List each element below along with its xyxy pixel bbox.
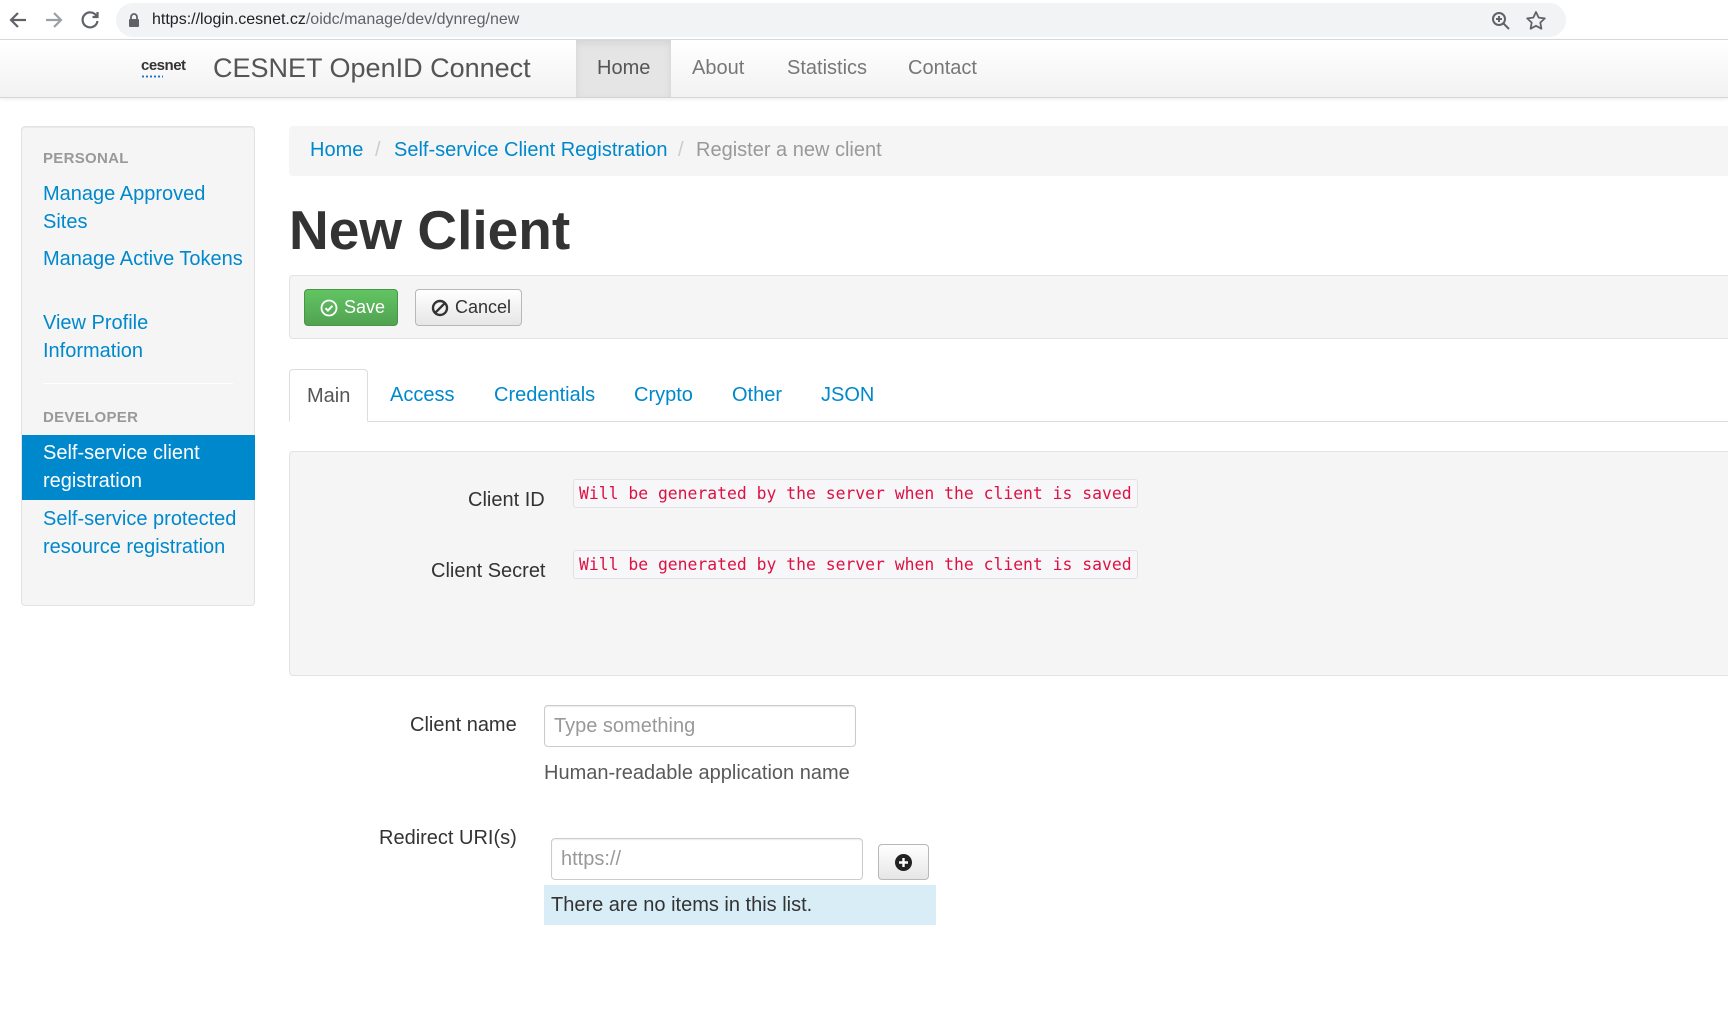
top-navbar: cesnet CESNET OpenID Connect Home About … (0, 40, 1728, 98)
sidebar: PERSONAL Manage Approved Sites Manage Ac… (21, 126, 255, 606)
tab-json[interactable]: JSON (821, 369, 874, 422)
client-name-help: Human-readable application name (544, 762, 850, 784)
tab-main[interactable]: Main (289, 369, 369, 422)
plus-circle-icon (895, 854, 912, 871)
bookmark-star-icon[interactable] (1524, 9, 1548, 33)
back-arrow-icon[interactable] (4, 6, 32, 34)
redirect-uris-label: Redirect URI(s) (379, 827, 517, 849)
tab-access[interactable]: Access (390, 369, 454, 422)
redirect-uri-input[interactable] (551, 838, 863, 880)
sidebar-item-protected-resource-registration[interactable]: Self-service protected resource registra… (43, 505, 243, 561)
breadcrumb: Home / Self-service Client Registration … (289, 126, 1728, 176)
sidebar-header-developer: DEVELOPER (43, 409, 139, 426)
save-button[interactable]: Save (304, 289, 398, 326)
brand-title[interactable]: CESNET OpenID Connect (213, 53, 531, 84)
breadcrumb-home[interactable]: Home (310, 139, 363, 162)
tab-other[interactable]: Other (732, 369, 782, 422)
client-id-value: Will be generated by the server when the… (573, 479, 1138, 508)
breadcrumb-current: Register a new client (696, 139, 882, 161)
sidebar-divider (43, 383, 233, 384)
lock-icon (129, 13, 139, 27)
client-name-label: Client name (410, 714, 517, 736)
redirect-uris-empty-message: There are no items in this list. (544, 885, 936, 925)
cancel-button[interactable]: Cancel (415, 289, 522, 326)
forward-arrow-icon[interactable] (40, 6, 68, 34)
nav-about[interactable]: About (671, 40, 765, 97)
browser-toolbar: https://login.cesnet.cz/oidc/manage/dev/… (0, 0, 1728, 40)
add-redirect-uri-button[interactable] (878, 844, 929, 880)
tab-crypto[interactable]: Crypto (634, 369, 693, 422)
nav-home[interactable]: Home (576, 40, 671, 97)
client-id-label: Client ID (468, 489, 545, 511)
sidebar-item-manage-active-tokens[interactable]: Manage Active Tokens (43, 245, 243, 273)
client-secret-value: Will be generated by the server when the… (573, 550, 1138, 579)
nav-statistics[interactable]: Statistics (766, 40, 888, 97)
sidebar-item-self-service-client-registration[interactable]: Self-service client registration (22, 435, 255, 500)
generated-credentials-panel: Client ID Will be generated by the serve… (289, 451, 1728, 676)
ban-icon (431, 299, 449, 317)
nav-contact[interactable]: Contact (887, 40, 998, 97)
check-circle-icon (320, 299, 338, 317)
breadcrumb-separator: / (678, 139, 684, 161)
breadcrumb-client-registration[interactable]: Self-service Client Registration (394, 139, 667, 162)
cesnet-logo[interactable]: cesnet (141, 57, 191, 81)
client-secret-label: Client Secret (431, 560, 546, 582)
sidebar-header-personal: PERSONAL (43, 150, 129, 167)
address-bar[interactable]: https://login.cesnet.cz/oidc/manage/dev/… (116, 3, 1566, 37)
action-bar: Save Cancel (289, 275, 1728, 339)
page-title: New Client (289, 199, 571, 261)
breadcrumb-separator: / (375, 139, 381, 161)
tab-credentials[interactable]: Credentials (494, 369, 595, 422)
sidebar-item-manage-approved-sites[interactable]: Manage Approved Sites (43, 180, 243, 236)
url-text: https://login.cesnet.cz/oidc/manage/dev/… (152, 11, 520, 28)
sidebar-item-view-profile[interactable]: View Profile Information (43, 309, 243, 365)
zoom-icon[interactable] (1490, 10, 1512, 32)
client-name-input[interactable] (544, 705, 856, 747)
reload-icon[interactable] (76, 6, 104, 34)
